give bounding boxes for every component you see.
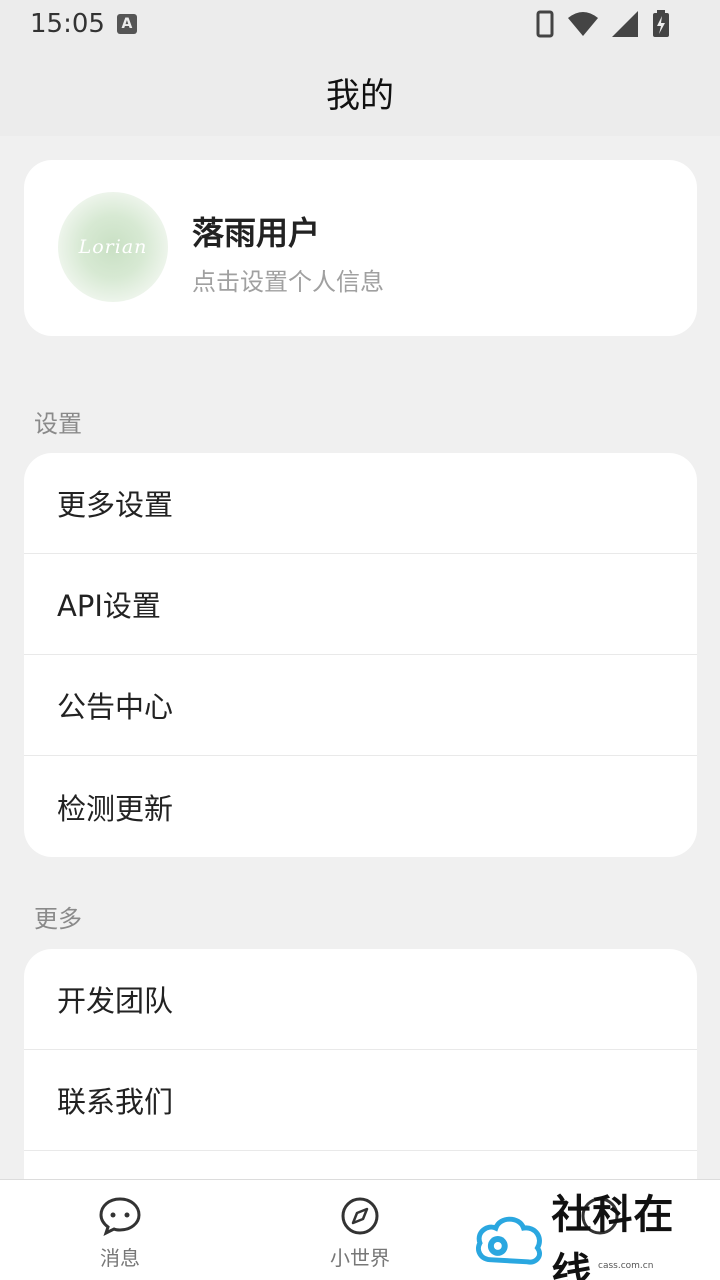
status-time: 15:05 (30, 9, 105, 39)
profile-card[interactable]: Lorian 落雨用户 点击设置个人信息 (24, 160, 697, 336)
settings-list: 更多设置 API设置 公告中心 检测更新 (24, 453, 697, 857)
list-item-contact-us[interactable]: 联系我们 (24, 1050, 697, 1151)
watermark-url: cass.com.cn (598, 1261, 654, 1271)
status-bar: 15:05 A (0, 0, 720, 48)
list-item-announcements[interactable]: 公告中心 (24, 655, 697, 756)
profile-subtitle: 点击设置个人信息 (192, 268, 384, 296)
avatar[interactable]: Lorian (58, 192, 168, 302)
wifi-icon (568, 12, 598, 36)
cloud-logo-icon (476, 1216, 542, 1265)
page-title: 我的 (326, 75, 394, 116)
status-icons (536, 10, 670, 38)
chat-icon (99, 1197, 141, 1236)
nav-item-small-world[interactable]: 小世界 (240, 1180, 480, 1280)
nav-label-messages: 消息 (100, 1246, 140, 1270)
app-header: 我的 (0, 48, 720, 136)
profile-name: 落雨用户 (192, 214, 321, 252)
signal-icon (612, 11, 638, 37)
compass-icon (341, 1197, 379, 1235)
section-label-more: 更多 (34, 905, 82, 933)
list-item-more-settings[interactable]: 更多设置 (24, 453, 697, 554)
more-list: 开发团队 联系我们 (24, 949, 697, 1209)
notification-a-icon: A (116, 14, 137, 34)
watermark: 社科在线 cass.com.cn (474, 1192, 714, 1280)
list-item-check-update[interactable]: 检测更新 (24, 756, 697, 857)
list-item-api-settings[interactable]: API设置 (24, 554, 697, 655)
battery-charging-icon (653, 10, 669, 37)
phone-icon (536, 10, 554, 38)
avatar-signature: Lorian (78, 236, 148, 258)
section-label-settings: 设置 (34, 410, 82, 438)
nav-item-messages[interactable]: 消息 (0, 1180, 240, 1280)
nav-label-small-world: 小世界 (330, 1246, 390, 1270)
list-item-dev-team[interactable]: 开发团队 (24, 949, 697, 1050)
